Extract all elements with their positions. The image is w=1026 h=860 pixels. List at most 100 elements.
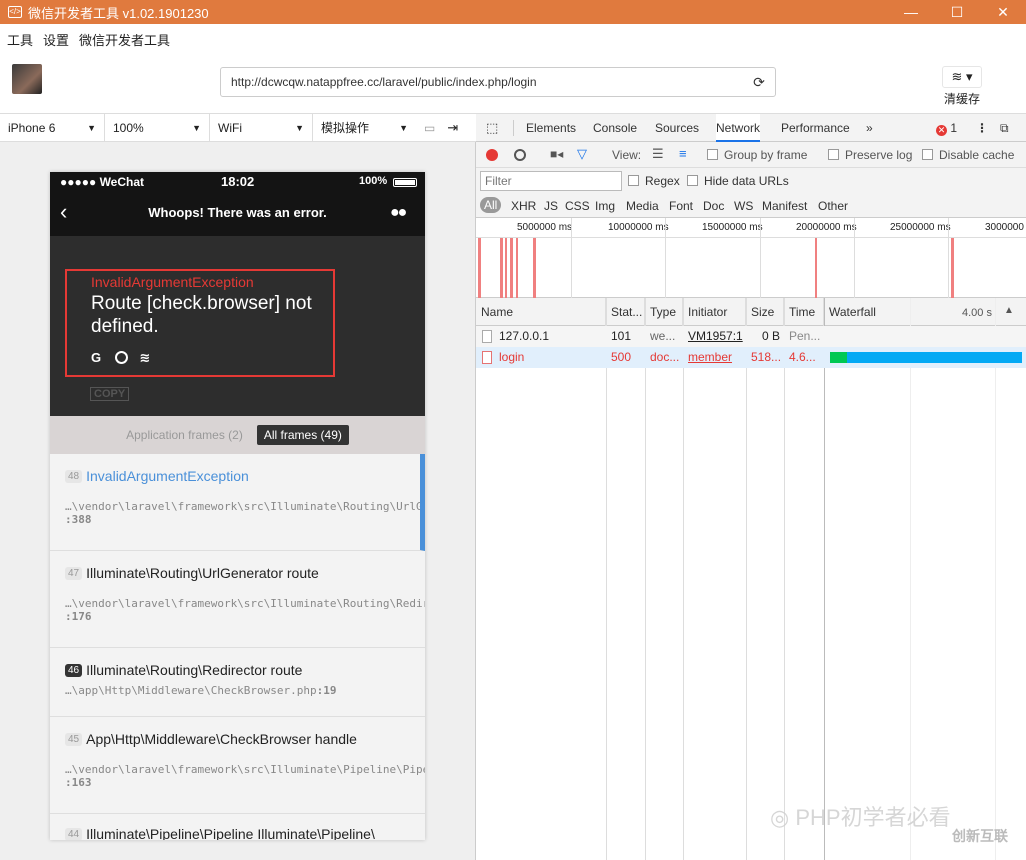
menu-devtools[interactable]: 微信开发者工具 xyxy=(79,30,170,49)
type-img[interactable]: Img xyxy=(595,199,615,213)
tab-elements[interactable]: Elements xyxy=(526,114,576,142)
view-label: View: xyxy=(612,148,642,162)
file-icon xyxy=(482,330,492,343)
request-initiator[interactable]: VM1957:1 xyxy=(683,326,746,347)
record-icon[interactable] xyxy=(486,149,498,161)
type-xhr[interactable]: XHR xyxy=(511,199,536,213)
battery-label: 100% xyxy=(359,175,388,187)
tab-network[interactable]: Network xyxy=(716,114,761,142)
menu-tools[interactable]: 工具 xyxy=(7,30,33,49)
avatar[interactable] xyxy=(12,64,42,94)
col-status[interactable]: Stat... xyxy=(606,298,645,326)
zoom-select[interactable]: 100% ▼ xyxy=(105,113,210,142)
request-name[interactable]: 127.0.0.1 xyxy=(494,326,604,347)
network-overview[interactable]: 5000000 ms 10000000 ms 15000000 ms 20000… xyxy=(476,218,1026,298)
frame-number: 45 xyxy=(65,733,83,746)
device-select[interactable]: iPhone 6 ▼ xyxy=(0,113,105,142)
type-doc[interactable]: Doc xyxy=(703,199,724,213)
tab-application-frames[interactable]: Application frames (2) xyxy=(126,428,243,442)
inspect-element-icon[interactable]: ⬚ xyxy=(486,114,498,142)
watermark-text: PHP初学者必看 xyxy=(795,805,951,830)
duckduckgo-icon[interactable] xyxy=(114,351,128,364)
hide-data-urls-checkbox[interactable] xyxy=(687,175,698,186)
copy-button[interactable]: COPY xyxy=(90,387,130,401)
brand-watermark: 创新互联 xyxy=(930,820,1026,860)
type-other[interactable]: Other xyxy=(818,199,848,213)
window-title: 微信开发者工具 v1.02.1901230 xyxy=(28,5,209,21)
type-media[interactable]: Media xyxy=(626,199,659,213)
preserve-log-checkbox[interactable] xyxy=(828,149,839,160)
nav-title: Whoops! There was an error. xyxy=(148,205,327,220)
col-name[interactable]: Name xyxy=(476,298,606,326)
clear-icon[interactable] xyxy=(514,149,526,161)
network-select[interactable]: WiFi ▼ xyxy=(210,113,313,142)
error-count[interactable]: 1 xyxy=(950,121,957,135)
more-tabs-icon[interactable]: » xyxy=(866,114,873,142)
request-name[interactable]: login xyxy=(494,347,604,368)
exception-panel: InvalidArgumentException Route [check.br… xyxy=(50,236,425,416)
type-css[interactable]: CSS xyxy=(565,199,590,213)
tab-all-frames[interactable]: All frames (49) xyxy=(256,425,349,445)
action-select[interactable]: 模拟操作 ▼ xyxy=(313,114,416,142)
devtools-tab-bar: ⬚ Elements Console Sources Network Perfo… xyxy=(476,114,1026,142)
network-toolbar: ■◂ ▽ View: ☰ ≡ Group by frame Preserve l… xyxy=(476,142,1026,168)
request-time: Pen... xyxy=(789,329,821,343)
kebab-menu-icon[interactable]: ⋮ xyxy=(976,114,988,142)
filter-icon[interactable]: ▽ xyxy=(577,146,587,162)
frame-line: :388 xyxy=(65,513,92,526)
large-rows-icon[interactable]: ☰ xyxy=(652,146,664,162)
menu-settings[interactable]: 设置 xyxy=(43,30,69,49)
sort-up-icon[interactable]: ▲ xyxy=(1004,305,1014,316)
col-size[interactable]: Size xyxy=(746,298,784,326)
col-initiator[interactable]: Initiator xyxy=(683,298,746,326)
tab-performance[interactable]: Performance xyxy=(781,114,850,142)
stack-frame[interactable]: 47 Illuminate\Routing\UrlGenerator route … xyxy=(50,551,425,648)
window-icon[interactable]: ▭ xyxy=(424,121,435,135)
type-font[interactable]: Font xyxy=(669,199,693,213)
google-search-icon[interactable]: G xyxy=(91,350,101,365)
request-initiator[interactable]: member xyxy=(683,347,746,368)
overview-bar xyxy=(533,238,536,298)
regex-label: Regex xyxy=(645,174,680,188)
type-all[interactable]: All xyxy=(480,197,502,213)
stack-frame[interactable]: 46 Illuminate\Routing\Redirector route …\… xyxy=(50,648,425,717)
tab-sources[interactable]: Sources xyxy=(655,114,699,142)
stackoverflow-icon[interactable]: ≋ xyxy=(139,350,150,365)
close-button[interactable]: ✕ xyxy=(980,0,1026,24)
stack-frame-active[interactable]: 48 InvalidArgumentException …\vendor\lara… xyxy=(50,454,425,551)
frame-path: …\vendor\laravel\framework\src\Illuminat… xyxy=(65,763,425,776)
undock-icon[interactable]: ⧉ xyxy=(1000,114,1009,142)
type-manifest[interactable]: Manifest xyxy=(762,199,807,213)
clear-cache-button[interactable]: ≋ ▾ 清缓存 xyxy=(940,66,984,107)
disable-cache-checkbox[interactable] xyxy=(922,149,933,160)
clear-cache-label: 清缓存 xyxy=(943,92,980,106)
type-js[interactable]: JS xyxy=(544,199,558,213)
device-value: iPhone 6 xyxy=(8,120,56,135)
tab-console[interactable]: Console xyxy=(593,114,637,142)
group-by-frame-checkbox[interactable] xyxy=(707,149,718,160)
stack-frame[interactable]: 45 App\Http\Middleware\CheckBrowser handl… xyxy=(50,717,425,814)
network-value: WiFi xyxy=(218,120,242,135)
filter-input[interactable] xyxy=(480,171,622,191)
url-input[interactable]: http://dcwcqw.natappfree.cc/laravel/publ… xyxy=(220,67,776,97)
frame-title: Illuminate\Pipeline\Pipeline Illuminate\… xyxy=(86,826,375,840)
refresh-icon[interactable]: ⟳ xyxy=(751,74,767,90)
dock-toggle-icon[interactable]: ⇥ xyxy=(447,120,458,136)
stack-frame[interactable]: 44 Illuminate\Pipeline\Pipeline Illuminat… xyxy=(50,814,425,840)
type-ws[interactable]: WS xyxy=(734,199,753,213)
address-toolbar: http://dcwcqw.natappfree.cc/laravel/publ… xyxy=(0,54,1026,114)
regex-checkbox[interactable] xyxy=(628,175,639,186)
frame-line: :176 xyxy=(65,610,92,623)
col-type[interactable]: Type xyxy=(645,298,683,326)
overview-icon[interactable]: ≡ xyxy=(679,146,687,161)
col-time[interactable]: Time xyxy=(784,298,824,326)
minimize-button[interactable]: — xyxy=(888,0,934,24)
chevron-down-icon: ▼ xyxy=(399,122,408,133)
menu-bar: 工具 设置 微信开发者工具 xyxy=(0,24,1026,54)
maximize-button[interactable]: ☐ xyxy=(934,0,980,24)
more-icon[interactable]: ●● xyxy=(390,204,407,222)
overview-bar xyxy=(516,238,518,298)
frame-path: …\vendor\laravel\framework\src\Illuminat… xyxy=(65,500,420,513)
camera-icon[interactable]: ■◂ xyxy=(550,147,563,161)
overview-bar xyxy=(505,238,507,298)
